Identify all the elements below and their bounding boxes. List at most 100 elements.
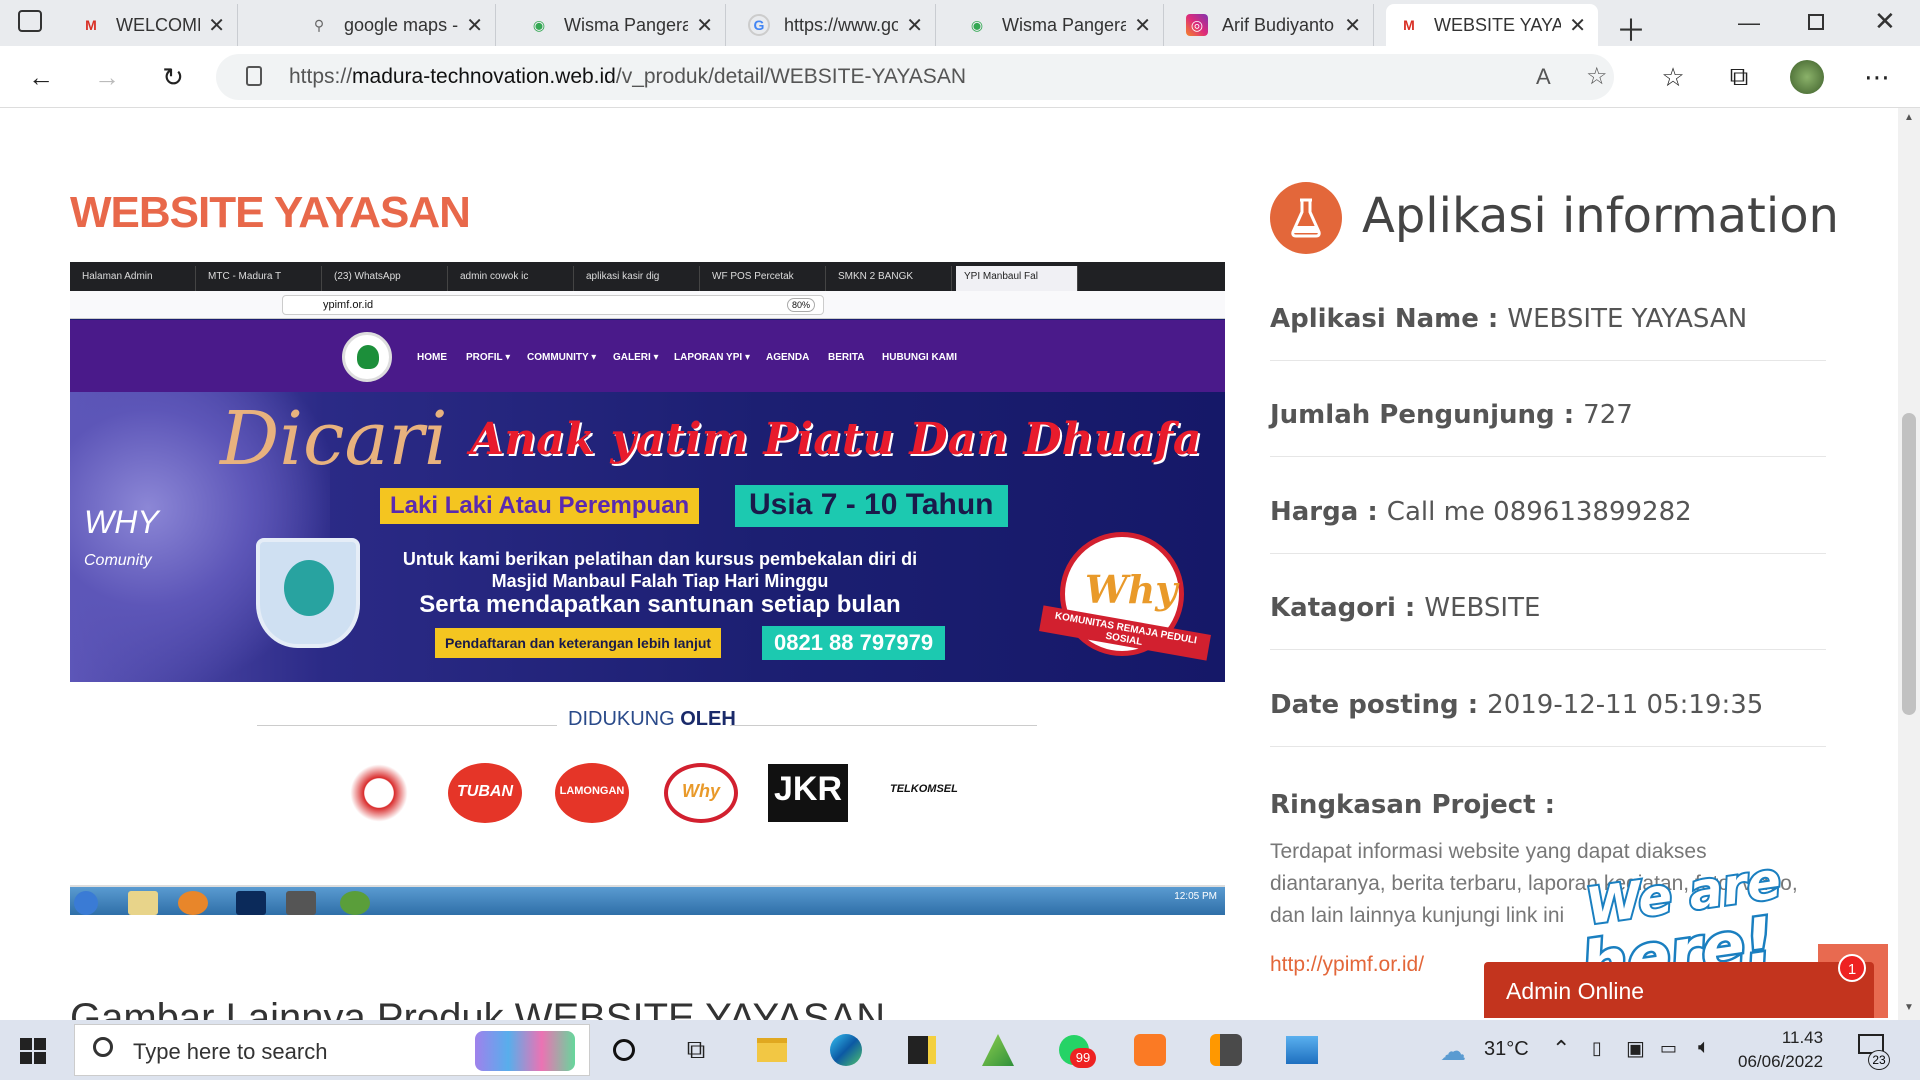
google-icon: G (748, 14, 770, 36)
url-text[interactable]: https://madura-technovation.web.id/v_pro… (289, 65, 966, 89)
edge-icon[interactable] (826, 1030, 866, 1070)
sublime-text-icon[interactable] (1206, 1030, 1246, 1070)
tab-welcome[interactable]: M WELCOME ON ✕ (68, 4, 238, 46)
clock-date: 06/06/2022 (1738, 1052, 1824, 1071)
cortana-icon[interactable] (604, 1030, 644, 1070)
product-screenshot[interactable]: Halaman Admin MTC - Madura T (23) WhatsA… (70, 262, 1225, 682)
tab-wisma-2[interactable]: ◉ Wisma Pangera ✕ (954, 4, 1164, 46)
info-row-name: Aplikasi Name : WEBSITE YAYASAN (1270, 304, 1826, 361)
minimize-button[interactable]: — (1738, 10, 1760, 36)
page-scrollbar[interactable]: ▲ ▼ (1898, 108, 1920, 1020)
shot-explorer-icon (128, 891, 158, 915)
close-tab-icon[interactable]: ✕ (208, 13, 225, 38)
shot-photoshop-icon (236, 891, 266, 915)
shot-hs-icon (340, 891, 370, 915)
refresh-button[interactable]: ↻ (156, 60, 190, 94)
lock-icon[interactable] (246, 66, 262, 86)
notification-center-icon[interactable]: 23 (1856, 1032, 1890, 1070)
tray-device-icon[interactable]: ▯ (1592, 1038, 1602, 1059)
add-favorite-icon[interactable]: ☆ (1586, 62, 1608, 91)
browser-tab-strip: M WELCOME ON ✕ ⚲ google maps - ✕ ◉ Wisma… (0, 0, 1920, 48)
app-green-icon[interactable] (978, 1030, 1018, 1070)
file-explorer-icon[interactable] (752, 1030, 792, 1070)
task-view-icon[interactable]: ⧉ (676, 1030, 716, 1070)
gmail-icon: M (85, 17, 97, 33)
temperature[interactable]: 31°C (1484, 1038, 1529, 1061)
banner-comunity: Comunity (84, 552, 152, 569)
scroll-up-arrow[interactable]: ▲ (1904, 112, 1914, 123)
battery-icon[interactable]: ▭ (1660, 1038, 1677, 1059)
ringkasan-label: Ringkasan Project : (1270, 790, 1556, 820)
search-icon: ⚲ (313, 16, 325, 33)
shot-nav-item: HOME (417, 352, 447, 363)
taskbar-search-placeholder: Type here to search (133, 1039, 328, 1064)
photos-icon[interactable] (1282, 1030, 1322, 1070)
close-tab-icon[interactable]: ✕ (1344, 13, 1361, 38)
page-title: WEBSITE YAYASAN (70, 188, 471, 237)
divider-line (257, 725, 557, 726)
more-menu-icon[interactable]: ⋯ (1860, 60, 1894, 94)
chat-badge: 1 (1838, 954, 1866, 982)
yayasan-logo (256, 538, 360, 648)
shot-url: ypimf.or.id 80% (282, 295, 824, 315)
page-content: WEBSITE YAYASAN Halaman Admin MTC - Madu… (0, 108, 1898, 1020)
windows-start-icon[interactable] (18, 1036, 48, 1066)
shot-tab: aplikasi kasir dig (578, 266, 700, 291)
new-tab-button[interactable]: ＋ (1616, 6, 1646, 50)
tab-wisma-1[interactable]: ◉ Wisma Pangera ✕ (516, 4, 726, 46)
project-link[interactable]: http://ypimf.or.id/ (1270, 953, 1424, 977)
ypi-logo (342, 332, 392, 382)
shot-nav-item: COMMUNITY ▾ (527, 352, 597, 363)
clock-time: 11.43 (1781, 1028, 1824, 1047)
shot-address-bar: ypimf.or.id 80% (70, 291, 1225, 319)
scroll-thumb[interactable] (1902, 413, 1916, 715)
close-tab-icon[interactable]: ✕ (906, 13, 923, 38)
volume-icon[interactable]: 🔈︎ (1698, 1036, 1710, 1059)
shot-nav-item: LAPORAN YPI ▾ (674, 352, 750, 363)
banner-laki: Laki Laki Atau Perempuan (380, 488, 700, 524)
sticky-notes-icon[interactable] (902, 1030, 942, 1070)
admin-online-bar[interactable]: Admin Online 1 (1484, 954, 1874, 1018)
tab-google-maps-search[interactable]: ⚲ google maps - ✕ (296, 4, 496, 46)
taskbar-clock[interactable]: 11.43 06/06/2022 (1738, 1026, 1823, 1074)
shot-tab: SMKN 2 BANGK (830, 266, 952, 291)
shot-clock: 12:05 PM (1174, 891, 1217, 902)
close-window-button[interactable]: ✕ (1874, 6, 1896, 37)
collections-icon[interactable]: ⧉ (1722, 60, 1756, 94)
xampp-icon[interactable] (1130, 1030, 1170, 1070)
close-tab-icon[interactable]: ✕ (1569, 13, 1586, 38)
forward-button[interactable]: → (90, 60, 124, 94)
shot-firefox-icon (178, 891, 208, 915)
notification-count: 23 (1868, 1050, 1890, 1070)
read-aloud-icon[interactable]: A (1536, 64, 1551, 90)
shot-sublime-icon (286, 891, 316, 915)
show-hidden-icons[interactable]: ⌃ (1552, 1036, 1570, 1062)
tray-network-icon[interactable]: ▣ (1626, 1036, 1645, 1061)
profile-avatar[interactable] (1790, 60, 1824, 94)
close-tab-icon[interactable]: ✕ (1134, 13, 1151, 38)
banner-text-1: Untuk kami berikan pelatihan dan kursus … (402, 549, 918, 591)
close-tab-icon[interactable]: ✕ (466, 13, 483, 38)
tab-website-yayasan[interactable]: M WEBSITE YAYA ✕ (1386, 4, 1598, 46)
whatsapp-icon[interactable]: 99 (1054, 1030, 1096, 1070)
restore-button[interactable] (1808, 14, 1824, 30)
shot-tab: admin cowok ic (452, 266, 574, 291)
shot-nav-item: AGENDA (766, 352, 810, 363)
back-button[interactable]: ← (24, 60, 58, 94)
tab-google[interactable]: G https://www.go ✕ (736, 4, 936, 46)
shot-start-icon (74, 891, 98, 915)
scroll-down-arrow[interactable]: ▼ (1904, 1002, 1914, 1013)
info-row-price: Harga : Call me 089613899282 (1270, 497, 1826, 554)
weather-icon[interactable]: ☁ (1440, 1036, 1466, 1067)
shot-nav-item: BERITA (828, 352, 865, 363)
sponsor-logo-robot (342, 763, 416, 823)
tab-actions-icon[interactable] (18, 10, 42, 32)
address-field[interactable]: https://madura-technovation.web.id/v_pro… (216, 54, 1614, 100)
shot-tab: MTC - Madura T (200, 266, 322, 291)
favorites-icon[interactable]: ☆ (1656, 60, 1690, 94)
banner-why: WHY (84, 504, 159, 540)
sponsor-logo-jkr: JKR (768, 764, 848, 822)
tab-instagram[interactable]: ◎ Arif Budiyanto ✕ (1174, 4, 1374, 46)
taskbar-search-box[interactable]: Type here to search (74, 1024, 590, 1076)
close-tab-icon[interactable]: ✕ (696, 13, 713, 38)
